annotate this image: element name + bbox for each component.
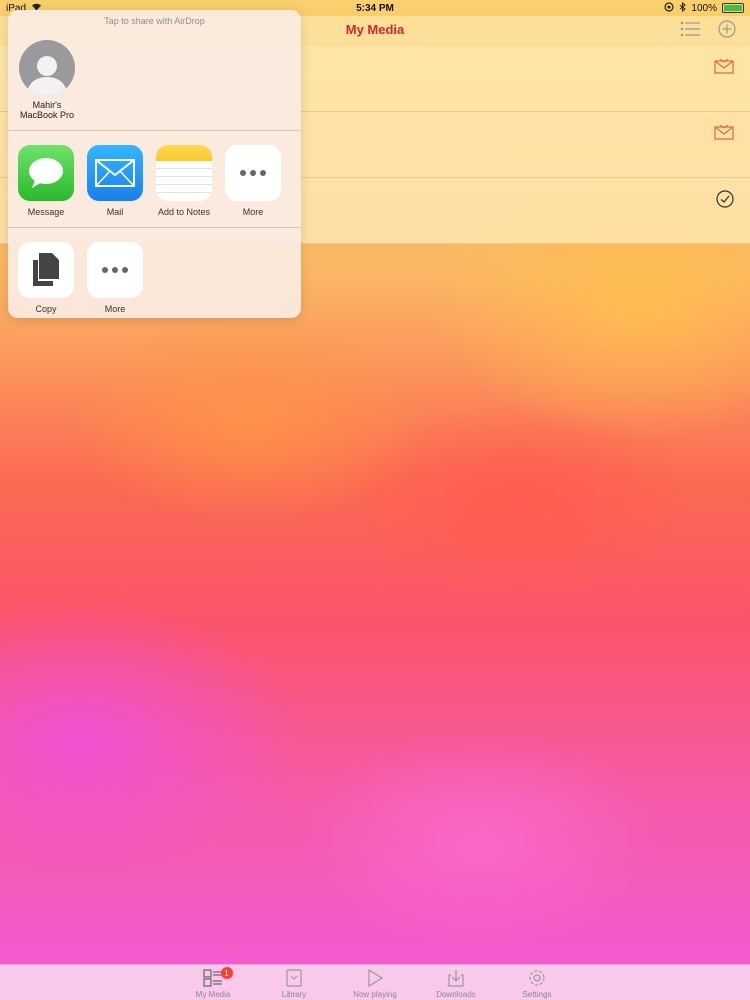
battery-icon [722,3,744,13]
tab-settings[interactable]: Settings [497,965,578,1000]
share-message-button[interactable]: Message [18,145,74,227]
notification-badge: 1 [220,967,233,979]
notes-line [156,184,212,185]
status-right: 100% [664,1,744,15]
mail-icon [87,145,143,201]
airdrop-row: Mahir's MacBook Pro [8,26,301,130]
tab-label: Library [281,990,307,999]
share-item-label: Copy [35,304,57,314]
notes-icon [156,145,212,201]
share-sheet: Tap to share with AirDrop Mahir's MacBoo… [8,10,301,318]
copy-icon [18,242,74,298]
list-icon[interactable] [680,21,700,42]
person-icon [27,56,67,96]
share-apps-row: Message Mail Add to Notes More [8,131,301,227]
notes-header [156,145,212,161]
share-item-label: More [104,304,126,314]
tab-now-playing[interactable]: Now playing [335,965,416,1000]
mail-icon[interactable] [714,58,734,79]
airdrop-hint: Tap to share with AirDrop [104,16,205,26]
battery-fill [724,5,742,11]
tab-label: Now playing [353,990,397,999]
share-more-actions-button[interactable]: More [87,242,143,318]
library-icon [254,968,335,988]
bluetooth-icon [679,1,687,15]
tab-my-media[interactable]: 1 My Media [173,965,254,1000]
tab-bar: 1 My Media Library Now playing Downloads… [0,964,750,1000]
checkmark-circle-icon[interactable] [716,190,734,213]
mail-icon[interactable] [714,124,734,145]
tab-label: Downloads [436,990,476,999]
share-item-label: More [242,207,264,217]
avatar [19,40,75,96]
settings-icon [497,968,578,988]
share-mail-button[interactable]: Mail [87,145,143,227]
share-item-label: Message [27,207,65,217]
nav-actions [680,20,736,43]
more-icon [87,242,143,298]
tab-label: Settings [522,990,552,999]
share-add-to-notes-button[interactable]: Add to Notes [156,145,212,227]
downloads-icon [416,968,497,988]
tab-library[interactable]: Library [254,965,335,1000]
notes-line [156,168,212,169]
more-icon [225,145,281,201]
airdrop-target-name: Mahir's MacBook Pro [19,100,75,121]
notes-line [156,176,212,177]
share-actions-row: Copy More [8,228,301,318]
copy-button[interactable]: Copy [18,242,74,318]
airdrop-target[interactable]: Mahir's MacBook Pro [18,40,76,121]
tab-downloads[interactable]: Downloads [416,965,497,1000]
message-icon [18,145,74,201]
battery-percent: 100% [691,2,717,14]
my-media-icon: 1 [173,967,254,988]
share-item-label: Add to Notes [157,207,211,217]
share-more-apps-button[interactable]: More [225,145,281,227]
orientation-lock-icon [664,1,675,15]
play-icon [335,968,416,988]
share-item-label: Mail [106,207,124,217]
notes-line [156,192,212,193]
add-circle-icon[interactable] [718,20,736,43]
tab-label: My Media [195,990,231,999]
